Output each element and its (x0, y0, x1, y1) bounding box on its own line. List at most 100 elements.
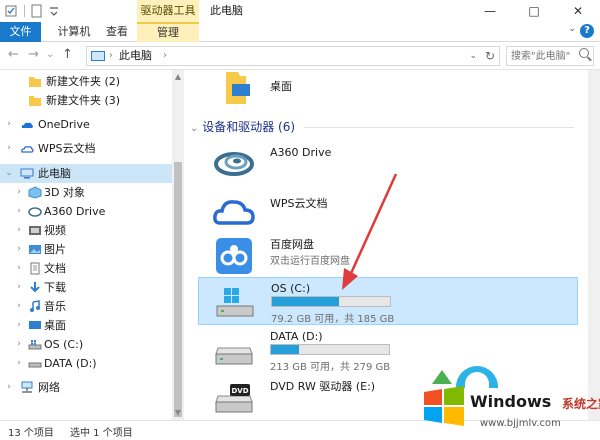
properties-icon[interactable] (4, 4, 18, 18)
watermark-brand: Windows (470, 392, 552, 411)
chevron-right-icon[interactable]: › (14, 278, 24, 297)
chevron-right-icon[interactable]: › (4, 139, 14, 158)
scroll-down-icon[interactable]: ▼ (172, 408, 184, 417)
nav-item-music[interactable]: › 音乐 (0, 297, 172, 316)
address-field[interactable]: › 此电脑 › ⌄ ↻ (86, 46, 500, 66)
desktop-entry[interactable]: 桌面 (198, 70, 578, 110)
chevron-down-icon[interactable]: ⌄ (190, 123, 198, 134)
ribbon-tabs: 文件 计算机 查看 管理 (0, 22, 600, 42)
tab-view[interactable]: 查看 (100, 22, 134, 42)
watermark: Windows 系统之家 www.bjjmlv.com (418, 366, 600, 440)
chevron-right-icon[interactable]: › (4, 115, 14, 134)
music-icon (30, 300, 40, 312)
nav-item-this-pc[interactable]: ⌄ 此电脑 (0, 164, 172, 183)
file-explorer-window: 驱动器工具 此电脑 — □ ✕ 文件 计算机 查看 管理 ⌄ ? ← → ⌄ ↑… (0, 0, 600, 440)
back-button[interactable]: ← (8, 47, 19, 62)
network-icon (21, 381, 33, 393)
chevron-right-icon[interactable]: › (14, 335, 24, 354)
drive-d-usage-fill (271, 345, 300, 354)
scroll-up-icon[interactable]: ▲ (172, 72, 184, 81)
group-divider (304, 127, 574, 128)
nav-item-wps-cloud[interactable]: › WPS云文档 (0, 139, 172, 158)
a360-icon (28, 207, 42, 217)
3d-objects-icon (28, 186, 42, 199)
dvd-drive-icon: DVD (215, 384, 253, 413)
chevron-right-icon[interactable]: › (14, 221, 24, 240)
nav-item-downloads[interactable]: › 下载 (0, 278, 172, 297)
breadcrumb-separator[interactable]: › (163, 49, 167, 63)
nav-item-video[interactable]: › 视频 (0, 221, 172, 240)
chevron-right-icon[interactable]: › (14, 240, 24, 259)
title-bar: 驱动器工具 此电脑 — □ ✕ (0, 0, 600, 22)
chevron-right-icon[interactable]: › (14, 316, 24, 335)
nav-item-3d-objects[interactable]: › 3D 对象 (0, 183, 172, 202)
navigation-pane: 新建文件夹 (2) 新建文件夹 (3) › OneDrive › WPS云文档 … (0, 70, 172, 420)
video-icon (29, 226, 41, 235)
drive-c-icon (28, 340, 42, 350)
watermark-url: www.bjjmlv.com (480, 418, 561, 429)
item-count: 13 个项目 (8, 428, 54, 439)
annotation-arrow (342, 173, 398, 290)
watermark-cn: 系统之家 (562, 397, 600, 411)
nav-item-onedrive[interactable]: › OneDrive (0, 115, 172, 134)
tab-file[interactable]: 文件 (0, 22, 41, 42)
onedrive-icon (21, 122, 33, 128)
address-dropdown-icon[interactable]: ⌄ (469, 49, 477, 63)
tab-manage[interactable]: 管理 (137, 22, 199, 42)
drive-d-usage-bar (270, 344, 390, 355)
folder-icon (29, 77, 41, 87)
nav-item-desktop[interactable]: › 桌面 (0, 316, 172, 335)
address-toolbar: ← → ⌄ ↑ › 此电脑 › ⌄ ↻ (0, 42, 600, 70)
breadcrumb[interactable]: 此电脑 (119, 49, 152, 63)
new-folder-icon[interactable] (30, 4, 44, 18)
maximize-button[interactable]: □ (512, 0, 556, 22)
wps-cloud-icon (21, 146, 34, 153)
documents-icon (30, 262, 40, 275)
chevron-right-icon[interactable]: › (14, 183, 24, 202)
help-icon[interactable]: ? (580, 24, 594, 38)
nav-item-new-folder-3[interactable]: 新建文件夹 (3) (0, 91, 172, 110)
drive-tools-tab-group: 驱动器工具 (137, 0, 199, 22)
chevron-right-icon[interactable]: › (4, 378, 14, 397)
nav-scrollbar[interactable]: ▲ ▼ (172, 70, 184, 420)
chevron-right-icon[interactable]: › (14, 259, 24, 278)
drive-c-usage-bar (271, 296, 391, 307)
forward-button[interactable]: → (28, 47, 39, 62)
a360-drive-icon (214, 152, 254, 176)
up-button[interactable]: ↑ (62, 47, 73, 62)
nav-item-os-c[interactable]: › OS (C:) (0, 335, 172, 354)
desktop-icon (29, 321, 41, 329)
refresh-icon[interactable]: ↻ (485, 48, 495, 64)
chevron-right-icon[interactable]: › (14, 354, 24, 373)
recent-locations-button[interactable]: ⌄ (46, 49, 54, 60)
ribbon-expand-icon[interactable]: ⌄ (568, 24, 576, 34)
chevron-right-icon[interactable]: › (14, 297, 24, 316)
pc-icon (20, 168, 34, 179)
folder-icon (29, 96, 41, 106)
window-title: 此电脑 (210, 4, 243, 17)
chevron-right-icon[interactable]: › (14, 202, 24, 221)
windows-drive-icon (216, 288, 254, 317)
quick-access-separator (24, 5, 25, 17)
nav-item-new-folder-2[interactable]: 新建文件夹 (2) (0, 72, 172, 91)
svg-text:DVD: DVD (231, 387, 248, 395)
nav-scroll-thumb[interactable] (174, 162, 182, 417)
tab-computer[interactable]: 计算机 (50, 22, 98, 42)
drive-c-usage-fill (272, 297, 340, 306)
devices-group-header[interactable]: ⌄ 设备和驱动器 (6) (190, 118, 295, 135)
minimize-button[interactable]: — (468, 0, 512, 22)
chevron-down-icon[interactable]: ⌄ (4, 164, 14, 183)
nav-item-data-d[interactable]: › DATA (D:) (0, 354, 172, 373)
search-icon[interactable] (579, 48, 589, 58)
close-button[interactable]: ✕ (556, 0, 600, 22)
windows-logo-icon (424, 386, 464, 426)
selected-count: 选中 1 个项目 (70, 428, 133, 439)
nav-item-a360-drive[interactable]: › A360 Drive (0, 202, 172, 221)
devices-group-title: 设备和驱动器 (6) (202, 120, 296, 134)
breadcrumb-root-chevron[interactable]: › (109, 49, 113, 63)
nav-item-network[interactable]: › 网络 (0, 378, 172, 397)
nav-item-documents[interactable]: › 文档 (0, 259, 172, 278)
nav-item-pictures[interactable]: › 图片 (0, 240, 172, 259)
customize-toolbar-icon[interactable] (47, 4, 61, 18)
pc-icon (91, 51, 105, 61)
